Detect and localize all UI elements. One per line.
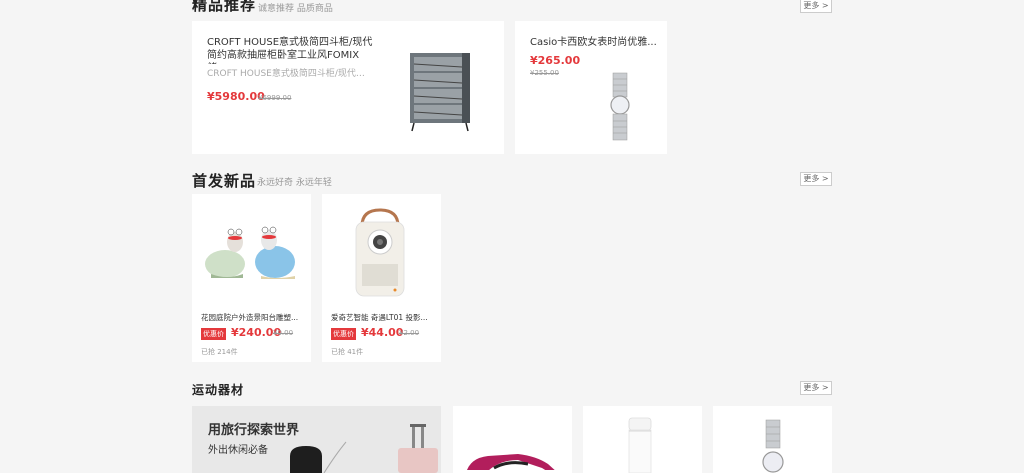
new-products-more-button[interactable]: 更多 > [800, 172, 832, 186]
product-original-price: ¥255.00 [530, 69, 559, 77]
featured-more-button[interactable]: 更多 > [800, 0, 832, 13]
sold-count: 已抢 214件 [201, 348, 238, 356]
featured-section-title: 精品推荐 [192, 0, 257, 14]
backpack-icon [290, 441, 347, 473]
thermos-bottle-image[interactable] [625, 416, 655, 473]
product-original-price: ¥0.00 [273, 329, 294, 337]
sports-item-watch[interactable] [713, 406, 832, 473]
discount-badge: 优惠价 [201, 328, 226, 340]
projector-image[interactable] [350, 206, 410, 302]
sports-item-sneaker[interactable] [453, 406, 572, 473]
new-products-section-subtitle: 永远好奇 永远年轻 [257, 178, 332, 188]
silver-watch-image[interactable] [585, 71, 655, 143]
sold-count: 已抢 41件 [331, 348, 364, 356]
suitcase-icon [398, 424, 438, 473]
product-title[interactable]: 花园庭院户外造景阳台雕塑... [201, 312, 301, 323]
product-title[interactable]: Casio卡西欧女表时尚优雅... [530, 36, 658, 49]
silver-watch-image[interactable] [755, 418, 791, 473]
new-product-card-projector[interactable]: 爱奇艺智能 奇遇LT01 投影... 优惠价 ¥44.00 ¥2.00 已抢 4… [322, 194, 441, 362]
new-product-card-snail[interactable]: 花园庭院户外造景阳台雕塑... 优惠价 ¥240.00 ¥0.00 已抢 214… [192, 194, 311, 362]
drawer-cabinet-image[interactable] [392, 39, 492, 139]
featured-section-subtitle: 诚意推荐 品质商品 [258, 4, 333, 14]
discount-badge: 优惠价 [331, 328, 356, 340]
snail-figurines-image[interactable] [197, 224, 307, 282]
product-description: CROFT HOUSE意式极简四斗柜/现代简... [207, 69, 372, 79]
product-price: ¥265.00 [530, 54, 581, 67]
sports-banner[interactable]: 用旅行探索世界 外出休闲必备 [192, 406, 441, 473]
product-title[interactable]: CROFT HOUSE意式极简四斗柜/现代简约高款抽屉柜卧室工业风FOMIX储.… [207, 36, 375, 64]
product-price: ¥44.00 [361, 326, 404, 339]
featured-card-cabinet[interactable]: CROFT HOUSE意式极简四斗柜/现代简约高款抽屉柜卧室工业风FOMIX储.… [192, 21, 504, 154]
featured-card-watch[interactable]: Casio卡西欧女表时尚优雅... ¥265.00 ¥255.00 [515, 21, 667, 154]
product-price: ¥5980.00 [207, 90, 265, 103]
product-original-price: ¥2.00 [399, 329, 420, 337]
sports-section-title: 运动器材 [192, 383, 245, 397]
product-original-price: ¥6999.00 [258, 94, 292, 102]
product-title[interactable]: 爱奇艺智能 奇遇LT01 投影... [331, 312, 431, 323]
new-products-section-title: 首发新品 [192, 172, 257, 190]
banner-subtitle: 外出休闲必备 [208, 445, 268, 456]
sports-item-thermos[interactable] [583, 406, 702, 473]
sports-more-button[interactable]: 更多 > [800, 381, 832, 395]
sneaker-image[interactable] [458, 448, 568, 473]
